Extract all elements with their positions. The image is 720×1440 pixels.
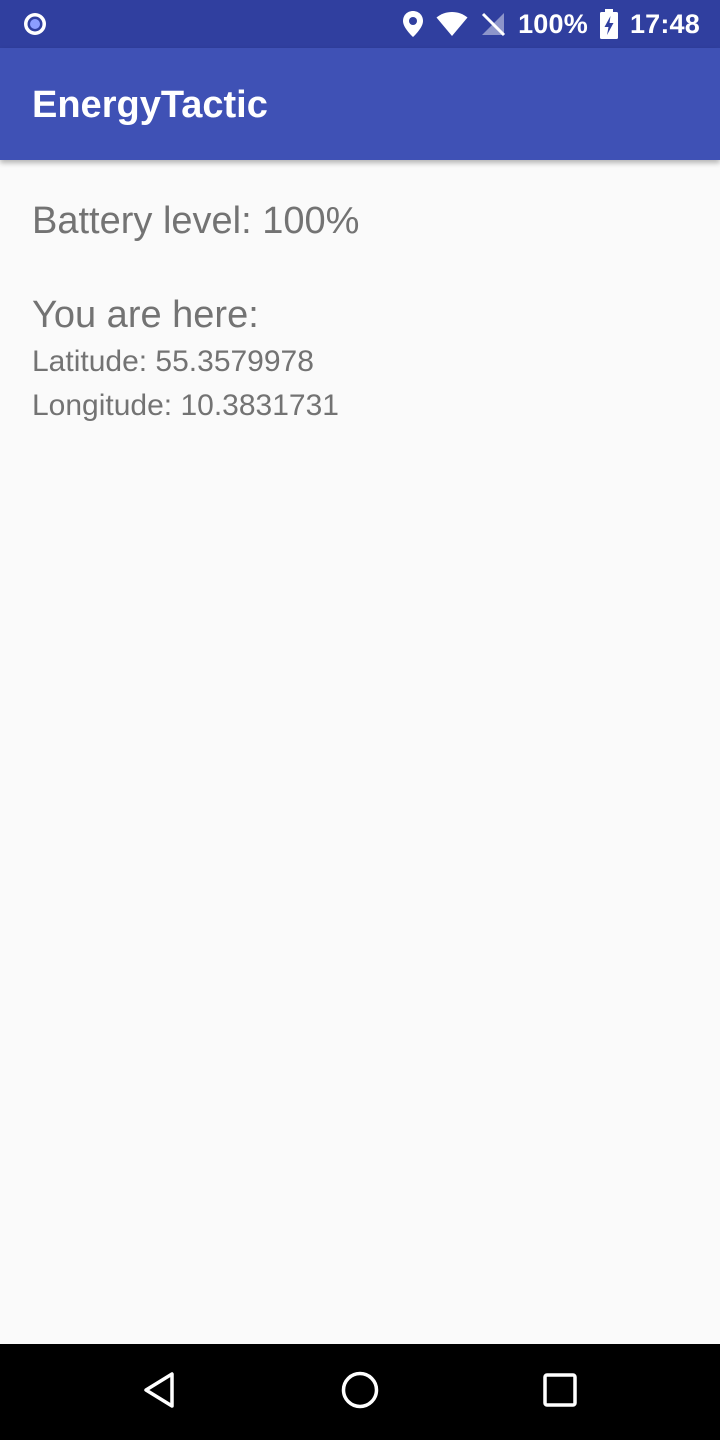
battery-level-text: Battery level: 100% <box>32 200 360 242</box>
status-bar: 100% 17:48 <box>0 0 720 48</box>
wifi-icon <box>436 11 468 37</box>
navigation-bar <box>0 1344 720 1440</box>
longitude-text: Longitude: 10.3831731 <box>32 389 339 422</box>
battery-percent: 100% <box>518 9 588 39</box>
back-icon <box>140 1370 180 1415</box>
app-bar: EnergyTactic <box>0 48 720 160</box>
status-icons: 100% 17:48 <box>402 0 700 48</box>
home-icon <box>340 1370 380 1415</box>
notification-circle-icon <box>22 11 48 37</box>
latitude-text: Latitude: 55.3579978 <box>32 345 314 378</box>
recents-button[interactable] <box>536 1368 584 1416</box>
no-signal-icon <box>480 11 506 37</box>
battery-charging-icon <box>599 9 618 39</box>
location-pin-icon <box>402 10 424 38</box>
recents-icon <box>540 1370 580 1415</box>
app-title: EnergyTactic <box>32 84 268 126</box>
main-content: Battery level: 100% You are here: Latitu… <box>0 160 720 1344</box>
clock: 17:48 <box>629 9 700 39</box>
home-button[interactable] <box>336 1368 384 1416</box>
back-button[interactable] <box>136 1368 184 1416</box>
location-heading: You are here: <box>32 294 259 336</box>
